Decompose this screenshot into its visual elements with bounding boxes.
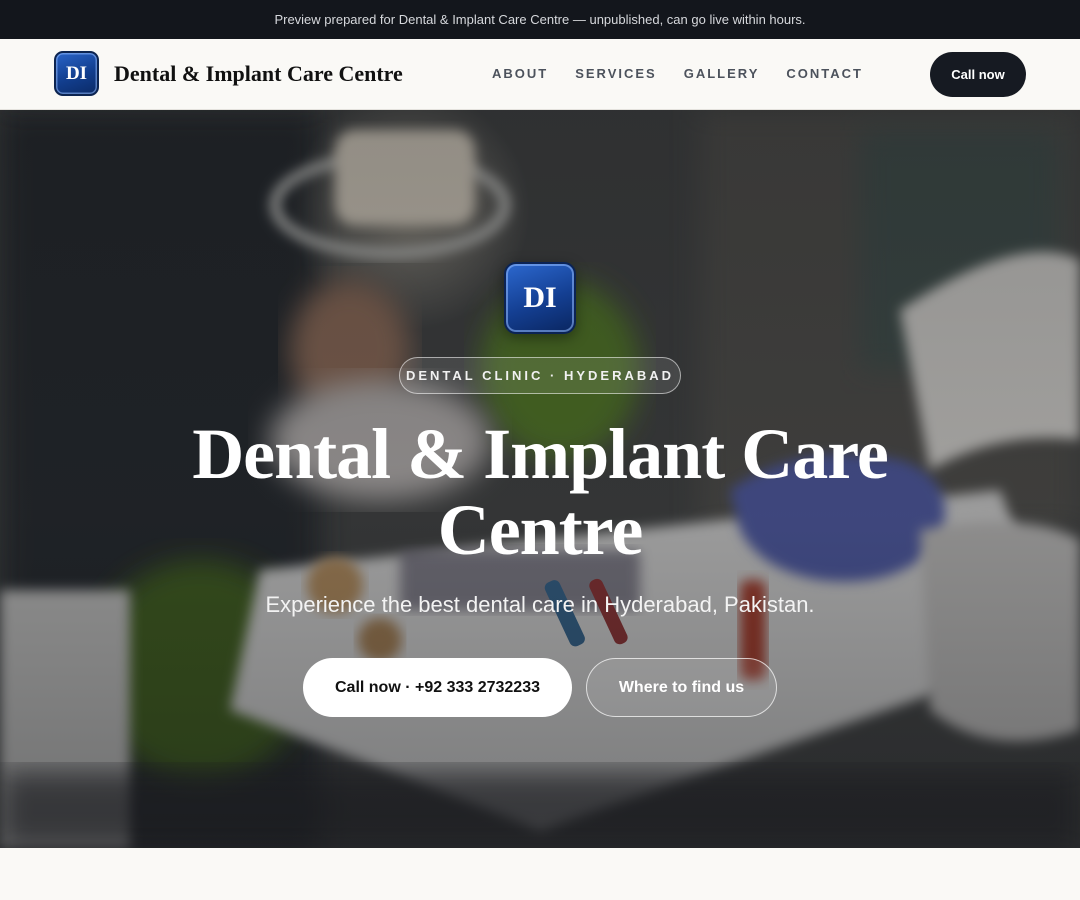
nav-about-link[interactable]: ABOUT: [492, 66, 548, 81]
nav-services-link[interactable]: SERVICES: [575, 66, 657, 81]
hero-title: Dental & Implant Care Centre: [192, 414, 889, 570]
header-call-now-button[interactable]: Call now: [930, 52, 1026, 97]
hero-find-us-button[interactable]: Where to find us: [586, 658, 777, 717]
brand-name: Dental & Implant Care Centre: [114, 60, 403, 86]
preview-banner-text: Preview prepared for Dental & Implant Ca…: [274, 12, 806, 27]
preview-banner: Preview prepared for Dental & Implant Ca…: [0, 0, 1080, 39]
hero-section: DI DENTAL CLINIC · HYDERABAD Dental & Im…: [0, 110, 1080, 848]
hero-tagline-badge: DENTAL CLINIC · HYDERABAD: [399, 357, 681, 394]
hero-logo-icon: DI: [504, 262, 576, 334]
hero-call-now-button[interactable]: Call now · +92 333 2732233: [303, 658, 572, 717]
clinic-logo-icon: DI: [54, 51, 99, 96]
main-nav: ABOUT SERVICES GALLERY CONTACT: [492, 66, 863, 81]
hero-subtitle: Experience the best dental care in Hyder…: [265, 592, 815, 617]
nav-contact-link[interactable]: CONTACT: [786, 66, 863, 81]
next-section: [0, 848, 1080, 900]
nav-gallery-link[interactable]: GALLERY: [684, 66, 760, 81]
site-header: DI Dental & Implant Care Centre ABOUT SE…: [0, 39, 1080, 110]
brand-home-link[interactable]: DI Dental & Implant Care Centre: [54, 51, 403, 96]
